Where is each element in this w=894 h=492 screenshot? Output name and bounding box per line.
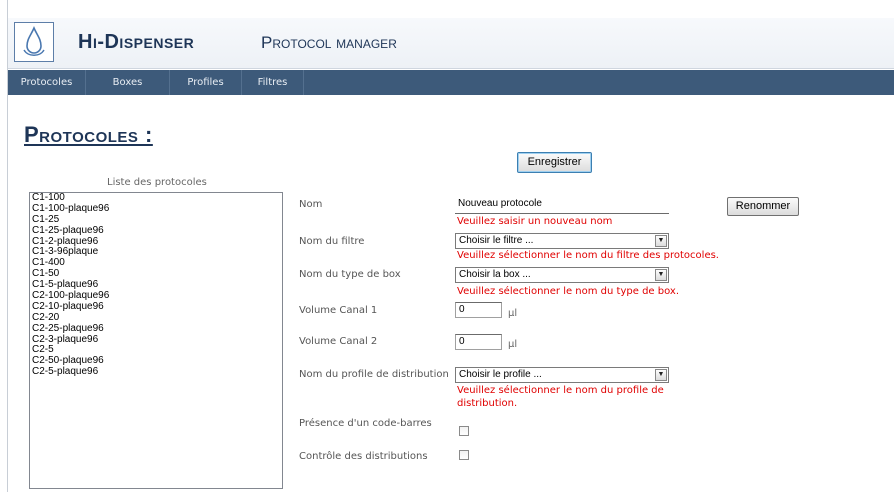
volume2-label: Volume Canal 2 (299, 336, 378, 347)
volume1-unit: µl (508, 308, 518, 319)
save-button[interactable]: Enregistrer (517, 152, 592, 173)
list-item[interactable]: C2-3-plaque96 (30, 334, 282, 346)
main-nav: Protocoles Boxes Profiles Filtres (8, 70, 894, 95)
volume1-field[interactable]: 0 (455, 302, 502, 318)
control-checkbox[interactable] (459, 450, 469, 460)
app-title: Hi-Dispenser (78, 31, 195, 53)
protocol-listbox[interactable]: C1-100 C1-100-plaque96 C1-25 C1-25-plaqu… (29, 192, 283, 489)
nav-item-filtres[interactable]: Filtres (242, 70, 304, 95)
volume2-field[interactable]: 0 (455, 334, 502, 350)
profile-select-value: Choisir le profile ... (459, 369, 542, 380)
water-drop-icon (14, 22, 54, 62)
profile-select[interactable]: Choisir le profile ... ▼ (455, 367, 669, 383)
profile-error-line2: distribution. (457, 398, 518, 409)
list-item[interactable]: C2-25-plaque96 (30, 323, 282, 335)
chevron-down-icon[interactable]: ▼ (655, 369, 667, 381)
filter-select[interactable]: Choisir le filtre ... ▼ (455, 233, 669, 249)
box-label: Nom du type de box (299, 269, 401, 280)
filter-error: Veuillez sélectionner le nom du filtre d… (457, 250, 719, 261)
name-error: Veuillez saisir un nouveau nom (457, 216, 613, 227)
list-item[interactable]: C2-10-plaque96 (30, 301, 282, 313)
chevron-down-icon[interactable]: ▼ (655, 235, 667, 247)
page-title: Protocoles : (24, 122, 153, 147)
name-field[interactable]: Nouveau protocole (455, 196, 669, 214)
profile-label: Nom du profile de distribution (299, 369, 449, 380)
box-select-value: Choisir la box ... (459, 269, 531, 280)
box-select[interactable]: Choisir la box ... ▼ (455, 267, 669, 283)
nav-item-protocoles[interactable]: Protocoles (8, 70, 86, 95)
chevron-down-icon[interactable]: ▼ (655, 269, 667, 281)
filter-label: Nom du filtre (299, 236, 365, 247)
list-item[interactable]: C1-3-96plaque (30, 247, 282, 258)
volume1-label: Volume Canal 1 (299, 305, 378, 316)
barcode-label: Présence d'un code-barres (299, 418, 432, 429)
list-item[interactable]: C1-100-plaque96 (30, 203, 282, 215)
protocol-list-caption: Liste des protocoles (107, 177, 207, 188)
control-label: Contrôle des distributions (299, 451, 428, 462)
box-error: Veuillez sélectionner le nom du type de … (457, 286, 679, 297)
list-item[interactable]: C1-25-plaque96 (30, 225, 282, 237)
nav-item-profiles[interactable]: Profiles (170, 70, 242, 95)
name-label: Nom (299, 199, 323, 210)
barcode-checkbox[interactable] (459, 426, 469, 436)
rename-button[interactable]: Renommer (727, 197, 799, 216)
list-item[interactable]: C1-400 (30, 257, 282, 269)
volume2-unit: µl (508, 339, 518, 350)
profile-error-line1: Veuillez sélectionner le nom du profile … (457, 385, 664, 396)
list-item[interactable]: C2-5-plaque96 (30, 366, 282, 378)
nav-item-boxes[interactable]: Boxes (86, 70, 170, 95)
filter-select-value: Choisir le filtre ... (459, 235, 534, 246)
app-subtitle: Protocol manager (261, 33, 397, 52)
